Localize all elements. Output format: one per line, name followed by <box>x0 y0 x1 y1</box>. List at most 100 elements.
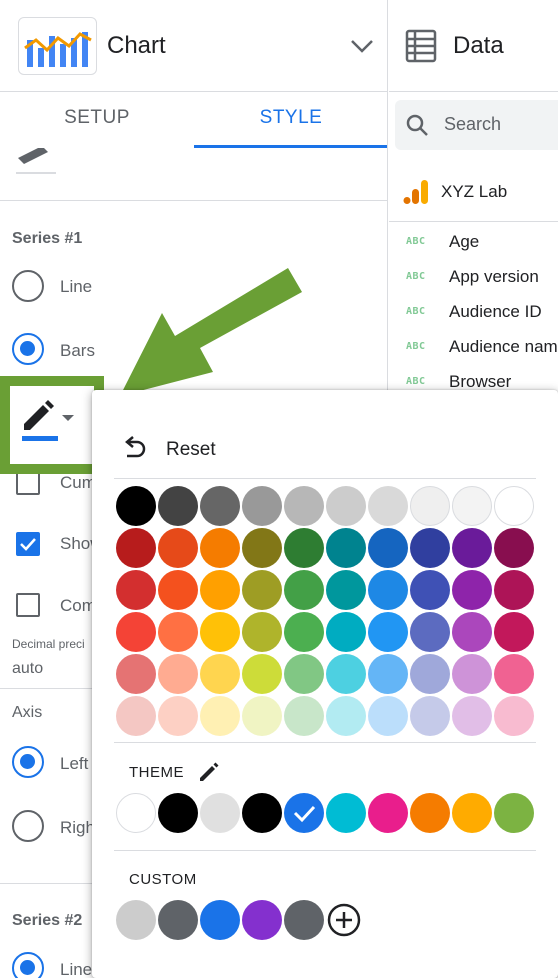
color-swatch[interactable] <box>410 612 450 652</box>
theme-color-swatch[interactable] <box>158 793 198 833</box>
color-swatch[interactable] <box>242 654 282 694</box>
color-swatch[interactable] <box>326 486 366 526</box>
color-swatch[interactable] <box>452 654 492 694</box>
color-swatch[interactable] <box>200 612 240 652</box>
series-1-bars-radio[interactable] <box>12 333 44 365</box>
reset-button[interactable]: Reset <box>92 390 558 478</box>
color-swatch[interactable] <box>326 696 366 736</box>
color-swatch[interactable] <box>116 612 156 652</box>
add-custom-color-icon[interactable] <box>326 902 362 938</box>
color-swatch[interactable] <box>242 696 282 736</box>
color-swatch[interactable] <box>368 696 408 736</box>
color-swatch[interactable] <box>284 612 324 652</box>
color-swatch[interactable] <box>494 654 534 694</box>
color-swatch[interactable] <box>116 654 156 694</box>
color-swatch[interactable] <box>410 486 450 526</box>
color-swatch[interactable] <box>452 528 492 568</box>
color-swatch[interactable] <box>200 486 240 526</box>
data-source-name[interactable]: XYZ Lab <box>441 182 507 202</box>
field-item[interactable]: ABC App version <box>389 263 558 293</box>
color-swatch[interactable] <box>116 696 156 736</box>
color-swatch[interactable] <box>368 486 408 526</box>
color-swatch[interactable] <box>452 486 492 526</box>
color-swatch[interactable] <box>326 528 366 568</box>
edit-theme-icon[interactable] <box>197 760 221 784</box>
color-swatch[interactable] <box>326 612 366 652</box>
color-swatch[interactable] <box>116 486 156 526</box>
axis-left-radio[interactable] <box>12 746 44 778</box>
color-swatch[interactable] <box>242 486 282 526</box>
color-swatch[interactable] <box>158 696 198 736</box>
color-swatch[interactable] <box>452 612 492 652</box>
tab-setup[interactable]: SETUP <box>0 92 194 148</box>
color-swatch[interactable] <box>242 570 282 610</box>
color-swatch[interactable] <box>158 570 198 610</box>
color-swatch[interactable] <box>200 528 240 568</box>
theme-color-swatch[interactable] <box>116 793 156 833</box>
show-data-labels-checkbox[interactable] <box>16 532 40 556</box>
theme-color-swatch[interactable] <box>242 793 282 833</box>
color-swatch[interactable] <box>284 696 324 736</box>
theme-color-swatch[interactable] <box>494 793 534 833</box>
analytics-logo-icon <box>403 178 429 206</box>
field-item[interactable]: ABC Audience ID <box>389 298 558 328</box>
series-1-line-radio[interactable] <box>12 270 44 302</box>
pencil-icon[interactable] <box>14 148 58 178</box>
color-swatch[interactable] <box>200 696 240 736</box>
color-swatch[interactable] <box>410 654 450 694</box>
color-swatch[interactable] <box>200 654 240 694</box>
series-color-button[interactable] <box>16 394 86 450</box>
color-swatch[interactable] <box>284 570 324 610</box>
color-swatch[interactable] <box>200 570 240 610</box>
color-swatch[interactable] <box>410 570 450 610</box>
chevron-down-icon[interactable] <box>348 34 376 58</box>
search-input[interactable]: Search <box>395 100 558 150</box>
color-swatch[interactable] <box>494 696 534 736</box>
color-swatch[interactable] <box>116 528 156 568</box>
color-swatch[interactable] <box>410 528 450 568</box>
color-swatch[interactable] <box>158 654 198 694</box>
color-swatch[interactable] <box>158 486 198 526</box>
theme-color-swatch[interactable] <box>200 793 240 833</box>
theme-color-swatch[interactable] <box>284 793 324 833</box>
color-swatch[interactable] <box>242 612 282 652</box>
color-swatch[interactable] <box>494 612 534 652</box>
theme-color-swatch[interactable] <box>410 793 450 833</box>
color-swatch[interactable] <box>368 654 408 694</box>
series-2-line-radio[interactable] <box>12 952 44 978</box>
tab-style[interactable]: STYLE <box>194 92 387 148</box>
color-swatch[interactable] <box>368 612 408 652</box>
color-swatch[interactable] <box>284 528 324 568</box>
color-swatch[interactable] <box>326 654 366 694</box>
decimal-precision-value[interactable]: auto <box>12 660 43 678</box>
color-swatch[interactable] <box>452 570 492 610</box>
color-swatch[interactable] <box>494 528 534 568</box>
color-swatch[interactable] <box>284 486 324 526</box>
custom-color-swatch[interactable] <box>158 900 198 940</box>
color-swatch[interactable] <box>242 528 282 568</box>
custom-color-swatch[interactable] <box>200 900 240 940</box>
theme-color-swatch[interactable] <box>368 793 408 833</box>
theme-color-swatch[interactable] <box>452 793 492 833</box>
theme-color-swatch[interactable] <box>326 793 366 833</box>
color-swatch[interactable] <box>368 570 408 610</box>
color-swatch[interactable] <box>158 528 198 568</box>
color-swatch[interactable] <box>158 612 198 652</box>
field-item[interactable]: ABC Age <box>389 228 558 258</box>
custom-color-swatch[interactable] <box>116 900 156 940</box>
custom-color-swatch[interactable] <box>242 900 282 940</box>
color-swatch[interactable] <box>494 486 534 526</box>
color-swatch[interactable] <box>410 696 450 736</box>
color-swatch[interactable] <box>326 570 366 610</box>
color-swatch[interactable] <box>494 570 534 610</box>
chart-type-icon[interactable] <box>18 17 97 75</box>
color-swatch[interactable] <box>452 696 492 736</box>
compact-numbers-checkbox[interactable] <box>16 593 40 617</box>
color-swatch[interactable] <box>116 570 156 610</box>
color-swatch[interactable] <box>368 528 408 568</box>
cumulative-checkbox[interactable] <box>16 471 40 495</box>
axis-right-radio[interactable] <box>12 810 44 842</box>
color-swatch[interactable] <box>284 654 324 694</box>
custom-color-swatch[interactable] <box>284 900 324 940</box>
field-item[interactable]: ABC Audience name <box>389 333 558 363</box>
